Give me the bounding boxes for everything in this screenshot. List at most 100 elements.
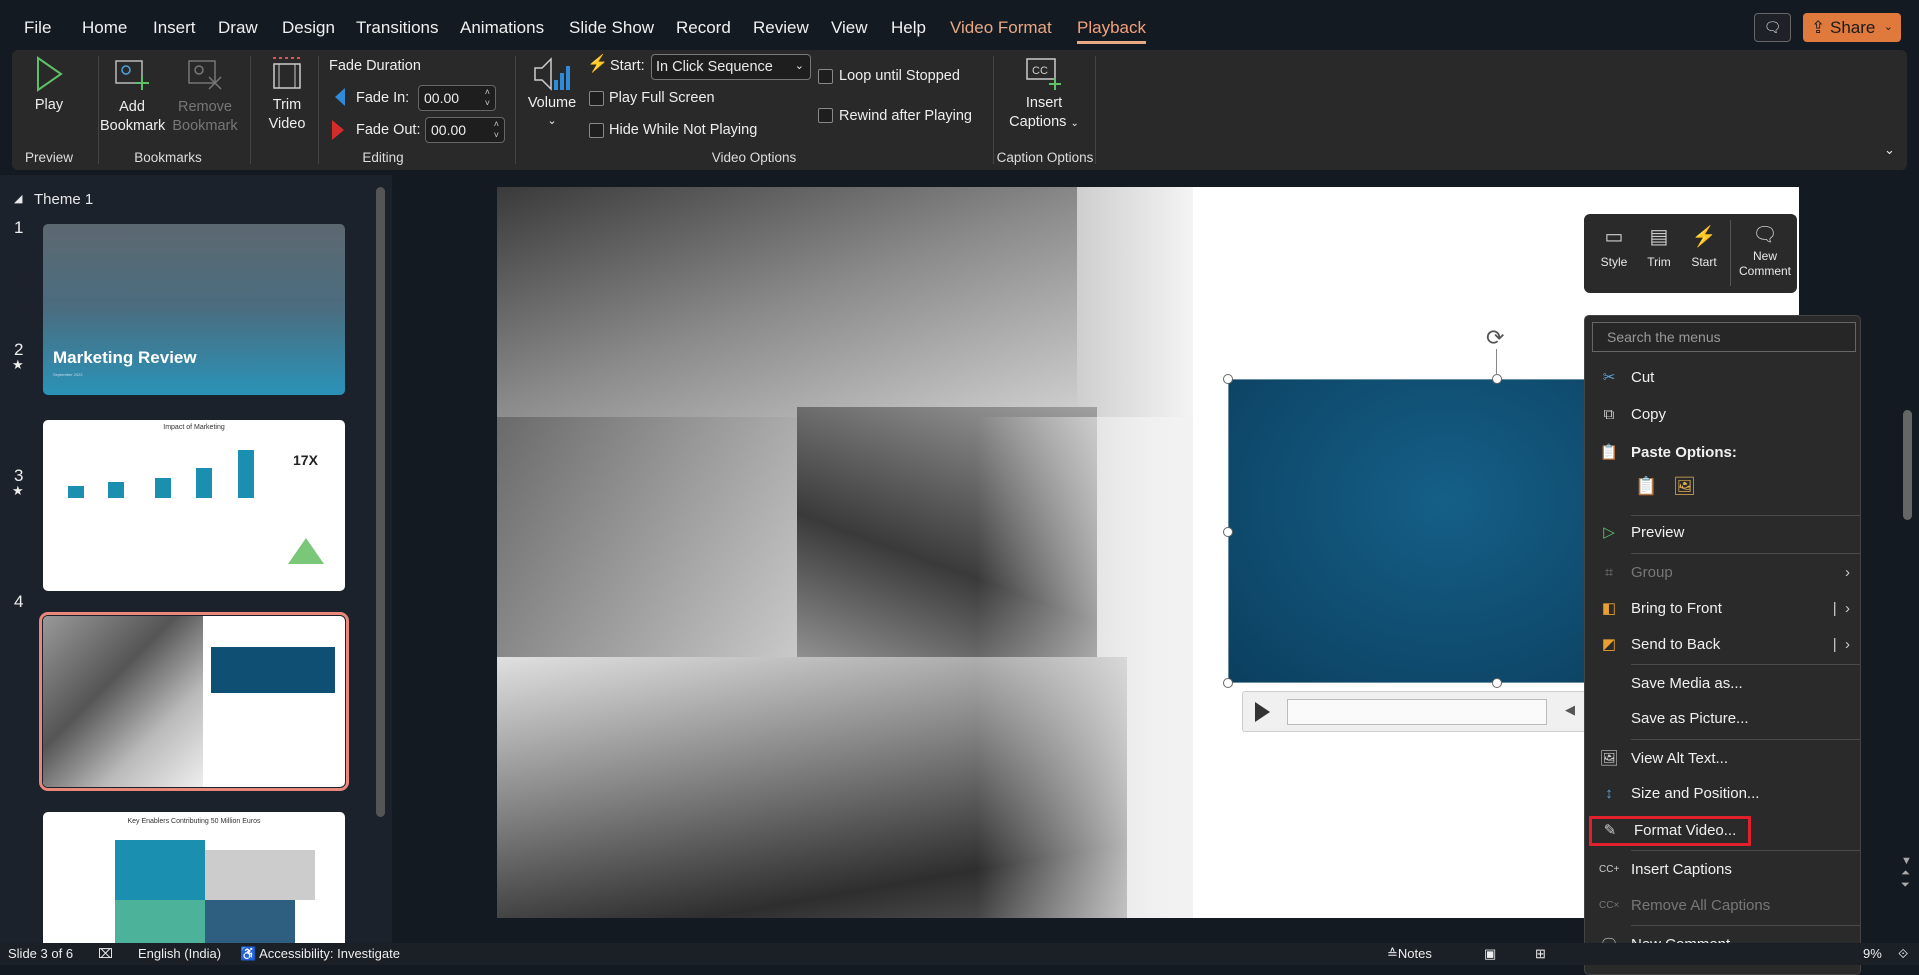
slide-thumbnail-4[interactable]: Key Enablers Contributing 50 Million Eur… [43,812,345,952]
context-menu: Search the menus ✂ Cut ⧉ Copy 📋 Paste Optio… [1584,315,1861,975]
slides-panel-scrollbar[interactable] [376,187,385,817]
paste-keep-source-button[interactable]: 📋 [1635,476,1657,497]
volume-button[interactable]: Volume ⌄ [524,56,580,146]
tab-playback[interactable]: Playback [1077,18,1146,44]
menu-item-remove-all-captions[interactable]: CC× Remove All Captions [1585,891,1862,921]
collapse-ribbon-button[interactable]: ⌄ [1884,142,1895,158]
fade-in-input[interactable]: 00.00 [418,85,496,111]
rewind-after-playing-checkbox[interactable] [818,108,833,123]
paste-icon: 📋 [1599,444,1619,461]
search-menus-input[interactable]: Search the menus [1592,322,1856,352]
menu-item-group[interactable]: ⌗ Group › [1585,558,1862,588]
accessibility-icon: ♿ [240,946,257,961]
menu-item-preview[interactable]: ▷ Preview [1585,518,1862,548]
tab-transitions[interactable]: Transitions [356,18,439,38]
hide-while-not-playing-checkbox[interactable] [589,123,604,138]
menu-item-format-video[interactable]: ✎ Format Video... [1589,816,1751,846]
start-button[interactable]: ⚡ Start [1682,224,1726,269]
slide-title: Key Enablers Contributing 50 Million Eur… [127,818,261,825]
collapse-section-icon[interactable]: ◢ [14,192,22,205]
divider [318,56,319,164]
menu-item-save-media-as[interactable]: Save Media as... [1585,669,1862,699]
slide-thumbnail-1[interactable]: Marketing Review September 2022 [43,224,345,395]
accessibility-button[interactable]: ♿ Accessibility: Investigate [240,946,400,962]
tab-home[interactable]: Home [82,18,127,38]
volume-label: Volume [527,95,577,111]
resize-handle[interactable] [1223,527,1233,537]
resize-handle[interactable] [1223,374,1233,384]
add-bookmark-icon [115,60,149,90]
menu-item-copy[interactable]: ⧉ Copy [1585,400,1862,430]
group-preview-label: Preview [24,150,74,165]
office-photo [497,187,1077,417]
zoom-level[interactable]: 9% [1863,946,1882,961]
tab-review[interactable]: Review [753,18,809,38]
language-indicator[interactable]: English (India) [138,946,221,961]
fade-out-input[interactable]: 00.00 [425,117,505,143]
chevron-down-icon: ⌄ [1070,118,1079,129]
menu-item-send-to-back[interactable]: ◩ Send to Back | › [1585,630,1862,660]
editor-scrollbar[interactable] [1903,410,1912,520]
chevron-right-icon: | › [1832,636,1850,653]
menu-item-bring-to-front[interactable]: ◧ Bring to Front | › [1585,594,1862,624]
resize-handle[interactable] [1492,678,1502,688]
menu-item-insert-captions[interactable]: CC+ Insert Captions [1585,855,1862,885]
notes-button[interactable]: ≙Notes [1387,946,1432,962]
tab-video-format[interactable]: Video Format [950,18,1052,38]
divider [1631,739,1860,740]
play-button[interactable]: Play [34,56,64,113]
style-button[interactable]: ▭ Style [1592,224,1636,269]
normal-view-button[interactable]: ▣ [1484,946,1496,962]
play-icon: ▷ [1603,524,1615,541]
fit-to-window-icon[interactable]: ⟐ [1898,946,1908,962]
trim-video-icon [273,57,301,89]
menu-item-size-and-position[interactable]: ↕ Size and Position... [1585,779,1862,809]
slide-thumbnail-2[interactable]: Impact of Marketing 17X [43,420,345,591]
slide-sorter-button[interactable]: ⊞ [1535,946,1546,962]
loop-until-stopped-checkbox[interactable] [818,69,833,84]
share-button[interactable]: ⇪ Share ⌄ [1803,13,1901,42]
alt-text-icon: 🖼 [1599,750,1619,767]
tab-draw[interactable]: Draw [218,18,258,38]
size-position-icon: ↕ [1605,785,1613,802]
new-comment-button[interactable]: 🗨 New Comment [1734,222,1796,279]
paste-picture-button[interactable]: 🖼 [1673,476,1696,497]
tab-view[interactable]: View [831,18,868,38]
resize-handle[interactable] [1492,374,1502,384]
rotate-handle-icon[interactable]: ⟳ [1486,325,1504,351]
video-seek-bar[interactable] [1287,699,1547,725]
insert-captions-button[interactable]: CC Insert Captions ⌄ [1004,56,1084,148]
menu-item-view-alt-text[interactable]: 🖼 View Alt Text... [1585,744,1862,774]
divider [1631,850,1860,851]
play-full-screen-checkbox[interactable] [589,91,604,106]
resize-handle[interactable] [1223,678,1233,688]
tab-help[interactable]: Help [891,18,926,38]
menu-item-cut[interactable]: ✂ Cut [1585,363,1862,393]
prev-next-slide-buttons[interactable]: ▼ ⏶ ⏷ [1901,855,1912,891]
remove-bookmark-icon [188,60,222,90]
group-editing-label: Editing [362,150,404,165]
trim-video-button[interactable]: Trim Video [262,54,312,148]
comments-button[interactable]: 🗨 [1754,13,1791,42]
start-dropdown[interactable]: In Click Sequence ⌄ [651,54,811,80]
tab-design[interactable]: Design [282,18,335,38]
menu-item-save-as-picture[interactable]: Save as Picture... [1585,704,1862,734]
rewind-after-playing-label: Rewind after Playing [839,108,972,124]
slide-thumbnail-3[interactable] [39,612,349,791]
status-bar: Slide 3 of 6 ⌧ English (India) ♿ Accessi… [0,943,1919,965]
tab-insert[interactable]: Insert [153,18,196,38]
volume-icon[interactable]: ◀ [1565,702,1575,718]
chevron-down-icon: ⌄ [547,115,557,127]
spell-check-icon[interactable]: ⌧ [98,946,113,962]
photo-fade [977,417,1193,918]
tab-file[interactable]: File [24,18,51,38]
tab-record[interactable]: Record [676,18,731,38]
tab-animations[interactable]: Animations [460,18,544,38]
trim-button[interactable]: ▤ Trim [1638,224,1680,269]
play-icon[interactable] [1255,702,1270,722]
remove-bookmark-button[interactable]: Remove Bookmark [172,58,238,148]
slide-number: 4 [14,592,24,611]
add-bookmark-button[interactable]: Add Bookmark [100,58,165,148]
video-object[interactable] [1228,379,1590,683]
tab-slide-show[interactable]: Slide Show [569,18,654,38]
